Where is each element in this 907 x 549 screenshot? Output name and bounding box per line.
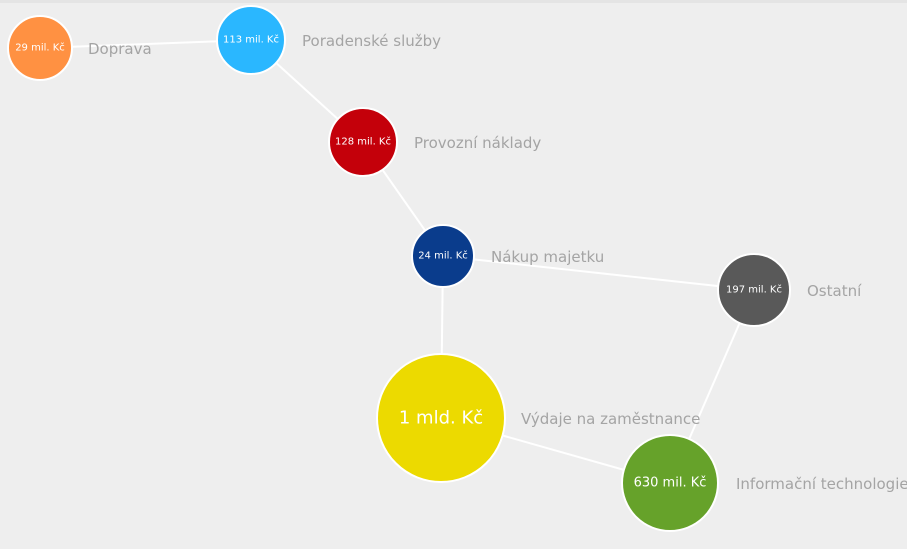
- nodes-layer: 29 mil. Kč Doprava 113 mil. Kč Poradenské s…: [7, 5, 907, 532]
- node-value-ostatni: 197 mil. Kč: [726, 284, 782, 296]
- node-label-nakup: Nákup majetku: [491, 248, 604, 266]
- node-label-it: Informační technologie: [736, 475, 907, 493]
- node-value-provozni: 128 mil. Kč: [335, 136, 391, 148]
- network-diagram: 29 mil. Kč Doprava 113 mil. Kč Poradenské s…: [7, 5, 907, 532]
- node-value-nakup: 24 mil. Kč: [418, 250, 468, 262]
- node-ostatni[interactable]: 197 mil. Kč Ostatní: [717, 253, 862, 327]
- node-nakup[interactable]: 24 mil. Kč Nákup majetku: [411, 224, 604, 288]
- node-label-ostatni: Ostatní: [807, 282, 862, 300]
- node-label-provozni: Provozní náklady: [414, 134, 541, 152]
- node-doprava[interactable]: 29 mil. Kč Doprava: [7, 15, 152, 81]
- node-value-poradenske: 113 mil. Kč: [223, 34, 279, 46]
- node-label-doprava: Doprava: [88, 40, 152, 58]
- node-value-it: 630 mil. Kč: [634, 476, 707, 491]
- node-value-zamestnance: 1 mld. Kč: [399, 408, 483, 429]
- node-provozni[interactable]: 128 mil. Kč Provozní náklady: [328, 107, 541, 177]
- node-it[interactable]: 630 mil. Kč Informační technologie: [621, 434, 907, 532]
- node-value-doprava: 29 mil. Kč: [15, 42, 65, 54]
- node-poradenske[interactable]: 113 mil. Kč Poradenské služby: [216, 5, 441, 75]
- node-label-poradenske: Poradenské služby: [302, 32, 441, 50]
- node-label-zamestnance: Výdaje na zaměstnance: [521, 410, 700, 428]
